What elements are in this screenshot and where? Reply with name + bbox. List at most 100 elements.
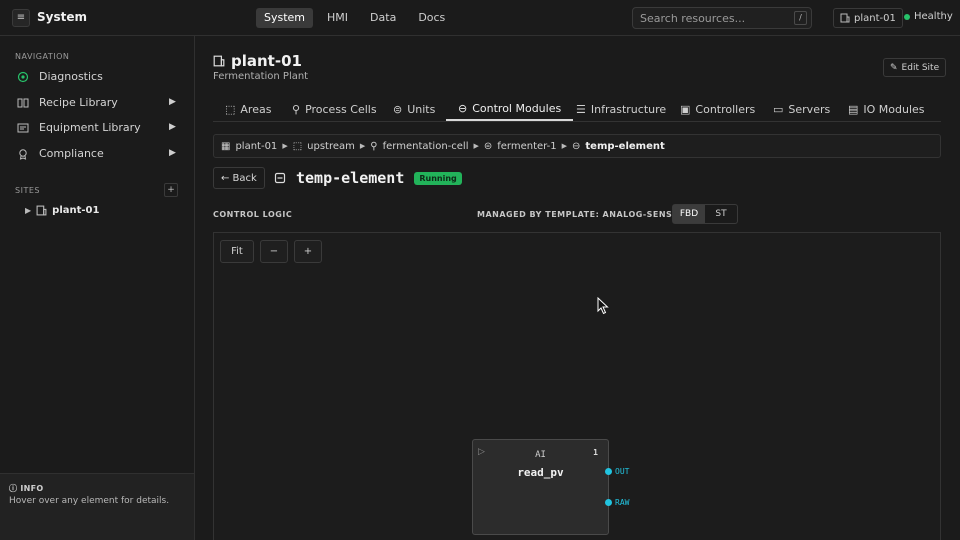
building-icon: ▦	[221, 140, 231, 152]
out-port[interactable]	[605, 468, 612, 475]
grid-icon: ⬚	[225, 102, 236, 116]
fbd-canvas[interactable]: Fit − + ▷ 1 AI read_pv OUT RAW	[213, 232, 941, 540]
caret-right-icon[interactable]: ▶	[25, 206, 31, 215]
server-rack-icon: ☰	[576, 102, 586, 116]
cylinder-icon: ⊜	[483, 140, 493, 152]
grid-icon: ⬚	[292, 140, 303, 152]
sidebar-item-equipment-library[interactable]: Equipment Library ▶	[0, 118, 194, 138]
sidebar-item-diagnostics[interactable]: Diagnostics	[0, 67, 194, 87]
chevron-right-icon: ▶	[282, 142, 288, 150]
tab-bar: ⬚ Areas ⚲ Process Cells ⊜ Units ⊖ Control Mo…	[213, 97, 941, 122]
site-selector[interactable]: plant-01	[833, 8, 903, 28]
expand-arrow-icon[interactable]: ▶	[169, 122, 176, 132]
breadcrumb: ▦ plant-01 ▶ ⬚ upstream ▶ ⚲ fermentation…	[213, 134, 941, 158]
expand-arrow-icon[interactable]: ▶	[169, 148, 176, 158]
tab-label: Infrastructure	[590, 102, 667, 116]
add-site-button[interactable]: +	[164, 183, 178, 197]
search-input[interactable]: Search resources... /	[632, 7, 812, 29]
tab-servers[interactable]: ▭ Servers	[773, 97, 830, 121]
sites-heading: SITES	[15, 186, 40, 195]
tab-label: Controllers	[695, 102, 756, 116]
sidebar: NAVIGATION Diagnostics Recipe Library ▶ …	[0, 36, 195, 540]
tab-label: Process Cells	[305, 102, 377, 116]
out-port-label: OUT	[615, 467, 630, 476]
sidebar-item-label: Diagnostics	[39, 70, 103, 83]
mouse-cursor-icon	[597, 297, 609, 315]
module-icon: ⊖	[572, 140, 581, 152]
control-logic-label: CONTROL LOGIC	[213, 210, 293, 219]
info-text: Hover over any element for details.	[9, 496, 170, 506]
page-title: plant-01	[213, 52, 302, 70]
search-placeholder: Search resources...	[640, 12, 746, 25]
back-button[interactable]: ← Back	[213, 167, 265, 189]
managed-by-template-label: MANAGED BY TEMPLATE: ANALOG-SENSOR	[477, 210, 687, 219]
chevron-right-icon: ▶	[473, 142, 479, 150]
pencil-icon: ✎	[890, 62, 898, 73]
nav-heading: NAVIGATION	[15, 52, 70, 61]
fit-button[interactable]: Fit	[220, 240, 254, 263]
breadcrumb-item[interactable]: upstream	[307, 141, 355, 152]
expand-arrow-icon[interactable]: ▶	[169, 97, 176, 107]
health-dot-icon	[904, 13, 910, 20]
breadcrumb-item[interactable]: plant-01	[235, 141, 277, 152]
nav-data[interactable]: Data	[362, 8, 404, 28]
sidebar-item-recipe-library[interactable]: Recipe Library ▶	[0, 93, 194, 113]
module-title: temp-element Running	[274, 169, 462, 187]
sidebar-item-compliance[interactable]: Compliance ▶	[0, 144, 194, 164]
module-icon: ⊖	[458, 101, 468, 115]
tab-control-modules[interactable]: ⊖ Control Modules	[446, 97, 574, 121]
app-title: System	[37, 10, 87, 24]
raw-port[interactable]	[605, 499, 612, 506]
edit-site-label: Edit Site	[901, 62, 940, 73]
controller-icon: ▣	[680, 102, 691, 116]
building-icon	[840, 13, 850, 23]
nodes-icon: ⚲	[370, 140, 378, 152]
top-bar: ≡ System System HMI Data Docs Search res…	[0, 0, 960, 36]
site-selector-label: plant-01	[854, 12, 896, 24]
chevron-right-icon: ▶	[359, 142, 366, 150]
st-toggle-button[interactable]: ST	[705, 205, 737, 223]
tab-controllers[interactable]: ▣ Controllers	[680, 97, 755, 121]
edit-site-button[interactable]: ✎ Edit Site	[883, 58, 947, 77]
building-icon	[213, 55, 225, 67]
health-label: Healthy	[914, 11, 953, 22]
module-icon	[274, 172, 286, 184]
target-icon	[17, 71, 29, 83]
nav-docs[interactable]: Docs	[410, 8, 453, 28]
page-title-text: plant-01	[231, 52, 302, 70]
tab-process-cells[interactable]: ⚲ Process Cells	[292, 97, 377, 121]
block-type: AI	[535, 450, 546, 460]
nav-system[interactable]: System	[256, 8, 314, 28]
nav-hmi[interactable]: HMI	[319, 8, 356, 28]
nodes-icon: ⚲	[292, 102, 301, 116]
tab-units[interactable]: ⊜ Units	[393, 97, 435, 121]
info-panel: ⓘ INFO Hover over any element for detail…	[0, 473, 194, 540]
equipment-icon	[17, 123, 29, 133]
hamburger-icon[interactable]: ≡	[12, 9, 30, 27]
award-icon	[19, 149, 27, 160]
fbd-toggle-button[interactable]: FBD	[673, 205, 705, 223]
view-toggle: FBD ST	[672, 204, 738, 224]
info-title: ⓘ INFO	[9, 484, 44, 493]
tab-infrastructure[interactable]: ☰ Infrastructure	[576, 97, 666, 121]
function-block[interactable]: ▷ 1 AI read_pv OUT RAW	[472, 439, 629, 535]
tab-areas[interactable]: ⬚ Areas	[225, 97, 271, 121]
page-subtitle: Fermentation Plant	[213, 71, 309, 82]
sidebar-item-label: Compliance	[39, 147, 104, 160]
tab-label: Units	[407, 102, 436, 116]
chevron-right-icon: ▶	[561, 142, 567, 150]
tab-label: IO Modules	[863, 102, 925, 116]
site-tree-label: plant-01	[52, 205, 100, 216]
breadcrumb-item[interactable]: fermentation-cell	[383, 141, 469, 152]
tab-label: Areas	[240, 102, 272, 116]
zoom-out-button[interactable]: −	[260, 240, 288, 263]
sidebar-item-label: Recipe Library	[39, 96, 118, 109]
zoom-in-button[interactable]: +	[294, 240, 322, 263]
site-tree-item[interactable]: ▶ plant-01	[25, 205, 99, 216]
io-module-icon: ▤	[848, 102, 859, 116]
breadcrumb-item[interactable]: fermenter-1	[497, 141, 556, 152]
top-nav: System HMI Data Docs	[256, 8, 453, 28]
breadcrumb-current: temp-element	[585, 140, 665, 152]
raw-port-label: RAW	[615, 498, 630, 507]
tab-io-modules[interactable]: ▤ IO Modules	[848, 97, 925, 121]
